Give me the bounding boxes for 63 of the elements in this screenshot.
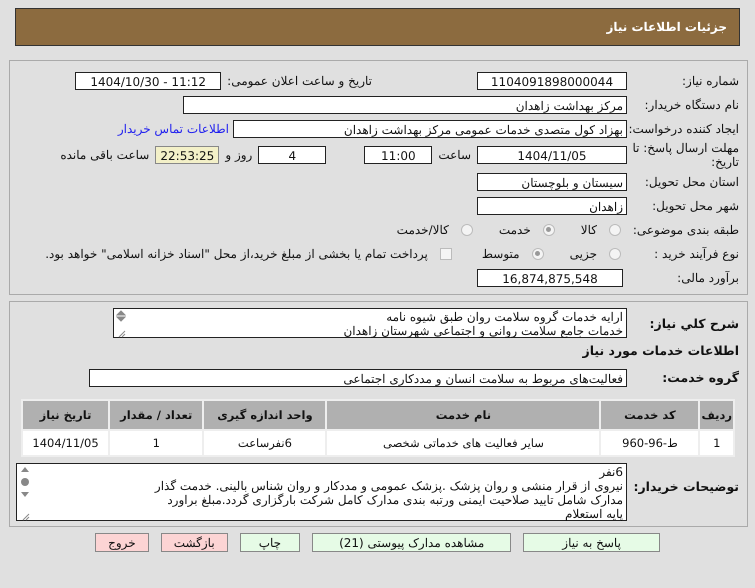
checkbox[interactable] — [440, 248, 452, 260]
scroll-arrows-icon — [116, 309, 126, 339]
service-group-field: فعالیت‌های مربوط به سلامت انسان و مددکاری اجتماعی — [89, 368, 627, 386]
province-field: سیستان و بلوچستان — [477, 172, 627, 190]
action-button[interactable]: بازگشت — [160, 533, 228, 552]
table-cell: سایر فعالیت های خدماتی شخصی — [326, 430, 600, 456]
radio-button[interactable] — [609, 224, 621, 236]
field-label: ایجاد کننده درخواست: — [627, 122, 740, 136]
requester-field: بهزاد کول متصدی خدمات عمومی مرکز بهداشت زاهدان — [233, 120, 627, 138]
radio-label: کالا — [580, 222, 597, 236]
buyer-contact-link[interactable]: اطلاعات تماس خریدار — [118, 122, 229, 136]
column-header: ردیف — [699, 400, 734, 430]
table-cell: 1 — [699, 430, 734, 456]
city-field: زاهدان — [477, 196, 627, 214]
section-heading: اطلاعات خدمات مورد نیاز — [582, 343, 740, 358]
radio-label: کالا/خدمت — [396, 222, 449, 236]
radio-button[interactable] — [532, 248, 544, 260]
field-label: مهلت ارسال پاسخ: تا تاریخ: — [631, 141, 740, 169]
field-label: نام دستگاه خریدار: — [644, 98, 740, 112]
radio-button[interactable] — [609, 248, 621, 260]
action-button[interactable]: چاپ — [240, 533, 300, 552]
column-header: واحد اندازه گیری — [203, 400, 326, 430]
field-label: شماره نیاز: — [681, 74, 740, 88]
field-label: شرح کلي نياز: — [648, 316, 740, 330]
field-label: تاریخ و ساعت اعلان عمومی: — [227, 74, 372, 88]
column-header: کد خدمت — [600, 400, 700, 430]
field-label: ساعت — [438, 148, 471, 162]
action-button[interactable]: مشاهده مدارک پیوستی (21) — [312, 533, 512, 552]
table-cell: 1404/11/05 — [22, 430, 110, 456]
action-button[interactable]: پاسخ به نیاز — [523, 533, 660, 552]
days-field: 4 — [258, 146, 326, 164]
field-label: شهر محل تحویل: — [651, 198, 740, 212]
table-cell: ط-96-960 — [600, 430, 700, 456]
field-label: برآورد مالی: — [676, 270, 740, 284]
field-label: ساعت باقی مانده — [60, 148, 150, 162]
radio-label: خدمت — [498, 222, 531, 236]
radio-button[interactable] — [542, 224, 555, 236]
table-cell: 1 — [109, 430, 204, 456]
column-header: نام خدمت — [326, 400, 600, 430]
field-label: گروه خدمت: — [661, 370, 740, 385]
column-header: تاریخ نیاز — [22, 400, 110, 430]
radio-label: جزیی — [570, 246, 597, 260]
field-label: نوع فرآیند خرید : — [653, 246, 740, 260]
field-label: طبقه بندی موضوعی: — [632, 222, 740, 236]
field-label: توضیحات خریدار: — [632, 478, 740, 494]
radio-label: متوسط — [482, 246, 520, 260]
remaining-time-field: 22:53:25 — [155, 146, 220, 164]
announce-date-field: 1404/10/30 - 11:12 — [75, 72, 222, 90]
radio-button[interactable] — [460, 224, 473, 236]
checkbox-label: پرداخت تمام یا بخشی از مبلغ خرید،از محل "اسناد خزانه اسلامی" خواهد بود. — [45, 246, 428, 260]
field-label: استان محل تحویل: — [644, 174, 740, 188]
action-button[interactable]: خروج — [95, 533, 149, 552]
page-title: جزئیات اطلاعات نیاز — [606, 20, 727, 34]
column-header: تعداد / مقدار — [109, 400, 204, 430]
buyer-name-field: مرکز بهداشت زاهدان — [183, 96, 627, 114]
need-number-field: 1104091898000044 — [477, 72, 627, 90]
field-label: روز و — [225, 148, 252, 162]
table-cell: 6نفرساعت — [203, 430, 326, 456]
deadline-time-field: 11:00 — [364, 146, 432, 164]
deadline-date-field: 1404/11/05 — [477, 146, 627, 164]
buyer-notes-field: 6نفر نیروی از قرار منشی و روان پزشک .پزشک عمومی و مددکار و روان شناس بالینی. خدمت گذار مدارک شامل تایید صلاحیت ایمنی ورتبه بندی مدارک کامل شرکت بارگزاری گردد.مبلغ براورد پایه استعلام — [16, 463, 627, 521]
budget-field: 16,874,875,548 — [477, 268, 623, 286]
description-field: ارایه خدمات گروه سلامت روان طبق شیوه نامه خدمات جامع سلامت روانی و اجتماعی شهرستان زاهدان — [113, 308, 627, 338]
